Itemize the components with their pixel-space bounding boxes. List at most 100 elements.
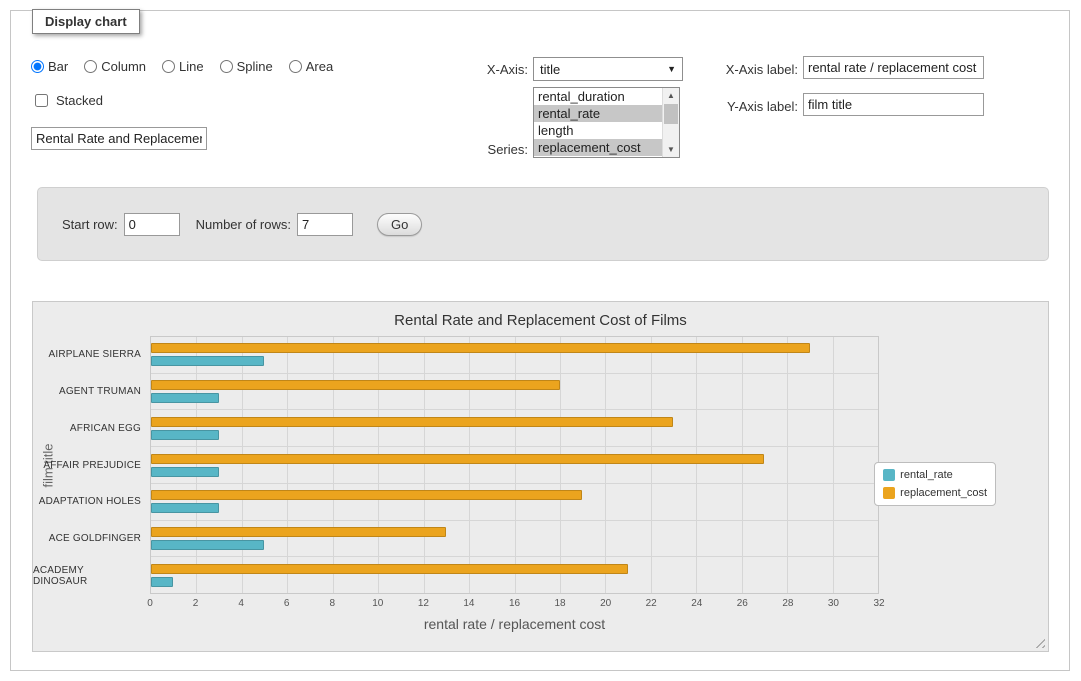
- number-of-rows-label: Number of rows:: [196, 217, 291, 232]
- chart-row-adaptation-holes: [151, 484, 878, 521]
- chart-container: Rental Rate and Replacement Cost of Film…: [32, 301, 1049, 652]
- chart-type-option-column[interactable]: Column: [84, 59, 146, 74]
- bar-group: [151, 557, 878, 593]
- chart-type-radio-group: Bar Column Line Spline Area: [31, 59, 333, 74]
- chart-bar-rows: [151, 337, 878, 593]
- legend-item-rental_rate[interactable]: rental_rate: [883, 469, 987, 481]
- bar-replacement_cost: [151, 527, 446, 537]
- category-label: ACADEMY DINOSAUR: [33, 557, 147, 594]
- chart-type-radio-label: Column: [101, 59, 146, 74]
- bar-rental_rate: [151, 540, 264, 550]
- x-axis-label-field-label: X-Axis label:: [661, 62, 798, 77]
- bar-replacement_cost: [151, 490, 582, 500]
- series-listbox-label: Series:: [403, 142, 528, 157]
- chart-x-axis-title: rental rate / replacement cost: [150, 616, 879, 632]
- x-axis-tick-label: 14: [463, 598, 474, 609]
- chart-category-labels: AIRPLANE SIERRAAGENT TRUMANAFRICAN EGGAF…: [33, 336, 147, 594]
- scroll-down-icon[interactable]: ▼: [663, 142, 679, 157]
- series-option-replacement_cost[interactable]: replacement_cost: [534, 139, 662, 156]
- chart-type-radio-column[interactable]: [84, 60, 97, 73]
- chart-type-radio-bar[interactable]: [31, 60, 44, 73]
- bar-group: [151, 447, 878, 483]
- chart-type-radio-area[interactable]: [289, 60, 302, 73]
- x-axis-tick-label: 0: [147, 598, 153, 609]
- x-axis-select-label: X-Axis:: [403, 62, 528, 77]
- y-axis-label-field-label: Y-Axis label:: [661, 99, 798, 114]
- x-axis-tick-label: 28: [782, 598, 793, 609]
- panel-legend: Display chart: [32, 9, 140, 34]
- chart-row-agent-truman: [151, 374, 878, 411]
- x-axis-tick-label: 8: [329, 598, 335, 609]
- category-label: AFRICAN EGG: [33, 410, 147, 447]
- bar-group: [151, 337, 878, 373]
- x-axis-tick-label: 24: [691, 598, 702, 609]
- bar-group: [151, 374, 878, 410]
- bar-group: [151, 521, 878, 557]
- bar-replacement_cost: [151, 343, 810, 353]
- bar-replacement_cost: [151, 564, 628, 574]
- chart-legend: rental_rate replacement_cost: [874, 462, 996, 506]
- chart-type-option-bar[interactable]: Bar: [31, 59, 68, 74]
- chart-type-option-line[interactable]: Line: [162, 59, 204, 74]
- x-axis-tick-label: 30: [828, 598, 839, 609]
- x-axis-tick-label: 26: [737, 598, 748, 609]
- stacked-label: Stacked: [56, 93, 103, 108]
- chart-plot-area: [150, 336, 879, 594]
- chart-row-ace-goldfinger: [151, 521, 878, 558]
- series-options: rental_durationrental_ratelengthreplacem…: [534, 88, 662, 156]
- series-option-rental_duration[interactable]: rental_duration: [534, 88, 662, 105]
- x-axis-label-input[interactable]: [803, 56, 984, 79]
- x-axis-tick-label: 4: [238, 598, 244, 609]
- resize-handle-icon[interactable]: [1032, 635, 1045, 648]
- bar-rental_rate: [151, 393, 219, 403]
- stacked-option[interactable]: Stacked: [31, 91, 103, 110]
- legend-swatch-icon: [883, 469, 895, 481]
- chart-row-academy-dinosaur: [151, 557, 878, 593]
- bar-group: [151, 410, 878, 446]
- bar-rental_rate: [151, 467, 219, 477]
- category-label: AGENT TRUMAN: [33, 373, 147, 410]
- chart-type-radio-label: Line: [179, 59, 204, 74]
- x-axis-tick-label: 18: [555, 598, 566, 609]
- bar-replacement_cost: [151, 380, 560, 390]
- number-of-rows-input[interactable]: [297, 213, 353, 236]
- x-axis-selected-value: title: [540, 62, 560, 77]
- chart-type-radio-spline[interactable]: [220, 60, 233, 73]
- chart-type-option-area[interactable]: Area: [289, 59, 333, 74]
- chart-type-option-spline[interactable]: Spline: [220, 59, 273, 74]
- chart-row-african-egg: [151, 410, 878, 447]
- series-option-length[interactable]: length: [534, 122, 662, 139]
- x-axis-tick-label: 2: [193, 598, 199, 609]
- x-axis-tick-label: 22: [646, 598, 657, 609]
- bar-replacement_cost: [151, 417, 673, 427]
- rows-form-panel: Start row: Number of rows: Go: [37, 187, 1049, 261]
- series-listbox[interactable]: rental_durationrental_ratelengthreplacem…: [533, 87, 680, 158]
- chart-type-radio-line[interactable]: [162, 60, 175, 73]
- chart-x-axis-ticks: 02468101214161820222426283032: [150, 598, 879, 612]
- bar-rental_rate: [151, 356, 264, 366]
- legend-label: rental_rate: [900, 469, 953, 481]
- chart-title: Rental Rate and Replacement Cost of Film…: [33, 312, 1048, 329]
- display-chart-panel: Display chart Bar Column Line Spline Area St…: [10, 10, 1070, 671]
- chart-type-radio-label: Bar: [48, 59, 68, 74]
- stacked-checkbox[interactable]: [35, 94, 48, 107]
- legend-swatch-icon: [883, 487, 895, 499]
- page: Display chart Bar Column Line Spline Area St…: [0, 0, 1081, 681]
- category-label: ADAPTATION HOLES: [33, 483, 147, 520]
- legend-item-replacement_cost[interactable]: replacement_cost: [883, 487, 987, 499]
- x-axis-tick-label: 6: [284, 598, 290, 609]
- go-button[interactable]: Go: [377, 213, 422, 236]
- x-axis-tick-label: 12: [418, 598, 429, 609]
- x-axis-tick-label: 16: [509, 598, 520, 609]
- y-axis-label-input[interactable]: [803, 93, 984, 116]
- chart-row-airplane-sierra: [151, 337, 878, 374]
- chart-title-input[interactable]: [31, 127, 207, 150]
- chart-type-radio-label: Spline: [237, 59, 273, 74]
- bar-replacement_cost: [151, 454, 764, 464]
- legend-label: replacement_cost: [900, 487, 987, 499]
- x-axis-tick-label: 20: [600, 598, 611, 609]
- series-option-rental_rate[interactable]: rental_rate: [534, 105, 662, 122]
- start-row-input[interactable]: [124, 213, 180, 236]
- bar-rental_rate: [151, 577, 173, 587]
- x-axis-tick-label: 32: [873, 598, 884, 609]
